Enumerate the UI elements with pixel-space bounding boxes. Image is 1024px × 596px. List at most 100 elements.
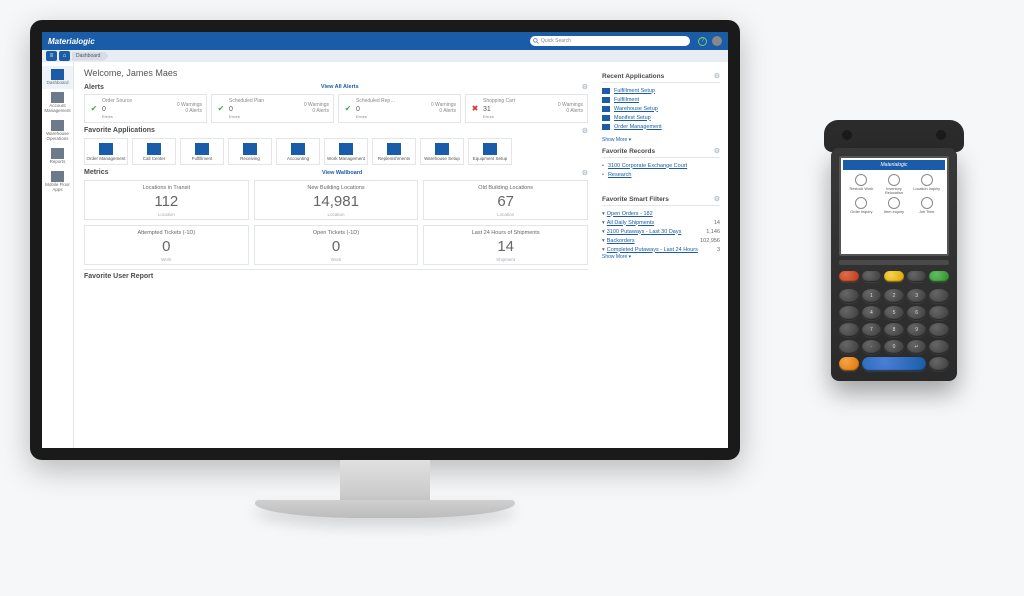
recent-app-item[interactable]: Order Management bbox=[602, 122, 720, 131]
alert-card[interactable]: ✔ Scheduled Plan0Errors 0 Warnings0 Aler… bbox=[211, 94, 334, 123]
check-icon: ✔ bbox=[216, 103, 226, 113]
fav-record-item[interactable]: •3100 Corporate Exchange Court bbox=[602, 161, 720, 170]
scanner-key-8[interactable]: 8 bbox=[884, 323, 904, 337]
scanner-key-red[interactable] bbox=[839, 271, 859, 282]
scanner-key-fn[interactable] bbox=[839, 323, 859, 337]
scanner-key-fn[interactable] bbox=[839, 289, 859, 303]
recent-app-item[interactable]: Manifest Setup bbox=[602, 113, 720, 122]
scanner-key-↵[interactable]: ↵ bbox=[907, 340, 927, 354]
menu-button[interactable]: ≡ bbox=[46, 51, 57, 61]
metric-card[interactable]: Attempted Tickets (-1D) 0 Work bbox=[84, 225, 249, 265]
recent-app-item[interactable]: Fulfillment Setup bbox=[602, 86, 720, 95]
scanner-key-fn[interactable] bbox=[929, 306, 949, 320]
metric-card[interactable]: New Building Locations 14,981 Location bbox=[254, 180, 419, 220]
scanner-key-orange[interactable] bbox=[839, 357, 859, 371]
gear-icon[interactable]: ⚙ bbox=[714, 147, 720, 155]
show-more-link[interactable]: Show More ▾ bbox=[602, 137, 631, 143]
app-icon bbox=[147, 143, 161, 155]
scanner-tiles: Restock WorkInventory RelocationLocation… bbox=[843, 170, 945, 218]
sidebar-item-warehouse[interactable]: Warehouse Operations bbox=[42, 117, 73, 145]
gear-icon[interactable]: ⚙ bbox=[582, 83, 588, 91]
scanner-key-9[interactable]: 9 bbox=[907, 323, 927, 337]
alert-counts: 0 Warnings0 Alerts bbox=[558, 102, 583, 115]
gear-icon[interactable]: ⚙ bbox=[714, 72, 720, 80]
scanner-key-1[interactable]: 1 bbox=[862, 289, 882, 303]
sidebar-item-reports[interactable]: Reports bbox=[42, 145, 73, 168]
help-icon[interactable]: ? bbox=[698, 37, 707, 46]
smart-filter-item[interactable]: ▾Backorders102,956 bbox=[602, 236, 720, 245]
sidebar-item-account[interactable]: Account Management bbox=[42, 89, 73, 117]
app-icon bbox=[195, 143, 209, 155]
fav-app-tile[interactable]: Accounting bbox=[276, 138, 320, 165]
scanner-key[interactable] bbox=[862, 271, 882, 282]
view-all-alerts-link[interactable]: View All Alerts bbox=[321, 84, 359, 90]
view-wallboard-link[interactable]: View Wallboard bbox=[322, 170, 362, 176]
search-input[interactable]: Quick Search bbox=[530, 36, 690, 46]
metric-card[interactable]: Old Building Locations 67 Location bbox=[423, 180, 588, 220]
fav-app-tile[interactable]: Equipment Setup bbox=[468, 138, 512, 165]
scanner-tile[interactable]: Restock Work bbox=[846, 174, 877, 195]
warehouse-icon bbox=[51, 120, 64, 131]
recent-app-item[interactable]: Fulfillment bbox=[602, 95, 720, 104]
scanner-key-fn[interactable] bbox=[929, 289, 949, 303]
metrics-grid: Locations in Transit 112 Location New Bu… bbox=[84, 180, 588, 265]
fav-app-tile[interactable]: Warehouse Setup bbox=[420, 138, 464, 165]
sidebar-item-dashboard[interactable]: Dashboard bbox=[42, 66, 73, 89]
scanner-key-blue[interactable] bbox=[862, 357, 927, 371]
scanner-key-scan[interactable] bbox=[884, 271, 904, 282]
alert-card[interactable]: ✔ Order Source0Errors 0 Warnings0 Alerts bbox=[84, 94, 207, 123]
fav-app-tile[interactable]: Receiving bbox=[228, 138, 272, 165]
scanner-key-7[interactable]: 7 bbox=[862, 323, 882, 337]
scanner-tile[interactable]: Inventory Relocation bbox=[879, 174, 910, 195]
section-title: Favorite Applications bbox=[84, 127, 155, 134]
fav-app-tile[interactable]: Order Management bbox=[84, 138, 128, 165]
smart-filter-item[interactable]: ▾Open Orders - 182 bbox=[602, 209, 720, 218]
alert-card[interactable]: ✔ Scheduled Rep…0Errors 0 Warnings0 Aler… bbox=[338, 94, 461, 123]
scanner-key-0[interactable]: 0 bbox=[884, 340, 904, 354]
fav-app-tile[interactable]: Fulfillment bbox=[180, 138, 224, 165]
scanner-tile[interactable]: Item Inquiry bbox=[879, 197, 910, 214]
smart-filter-item[interactable]: ▾All Daily Shipments14 bbox=[602, 218, 720, 227]
scanner-tile[interactable]: Job Time bbox=[911, 197, 942, 214]
scanner-tile[interactable]: Order Inquiry bbox=[846, 197, 877, 214]
scanner-key-·[interactable]: · bbox=[862, 340, 882, 354]
scanner-key-6[interactable]: 6 bbox=[907, 306, 927, 320]
metric-card[interactable]: Locations in Transit 112 Location bbox=[84, 180, 249, 220]
metric-sub: Location bbox=[426, 212, 585, 217]
user-avatar[interactable] bbox=[712, 36, 722, 46]
gear-icon[interactable]: ⚙ bbox=[582, 169, 588, 177]
fav-app-tile[interactable]: Work Management bbox=[324, 138, 368, 165]
alert-card[interactable]: ✖ Shopping Cart31Errors 0 Warnings0 Aler… bbox=[465, 94, 588, 123]
fav-app-tile[interactable]: Call Center bbox=[132, 138, 176, 165]
smart-filter-item[interactable]: ▾3100 Putaways - Last 30 Days1,146 bbox=[602, 227, 720, 236]
scanner-key-5[interactable]: 5 bbox=[884, 306, 904, 320]
gear-icon[interactable]: ⚙ bbox=[582, 127, 588, 135]
scanner-key-fn[interactable] bbox=[929, 357, 949, 371]
scanner-key-fn[interactable] bbox=[839, 306, 859, 320]
metric-card[interactable]: Open Tickets (-1D) 0 Work bbox=[254, 225, 419, 265]
fav-app-tile[interactable]: Replenishments bbox=[372, 138, 416, 165]
recent-apps-header: Recent Applications ⚙ bbox=[602, 72, 720, 83]
gear-icon[interactable]: ⚙ bbox=[714, 195, 720, 203]
recent-app-item[interactable]: Warehouse Setup bbox=[602, 104, 720, 113]
section-title: Recent Applications bbox=[602, 73, 664, 80]
scanner-key-fn[interactable] bbox=[839, 340, 859, 354]
scanner-key-green[interactable] bbox=[929, 271, 949, 282]
metrics-header: Metrics View Wallboard ⚙ bbox=[84, 169, 588, 177]
sidebar-item-mobile[interactable]: Mobile Floor Apps bbox=[42, 168, 73, 196]
breadcrumb[interactable]: Dashboard bbox=[72, 52, 108, 61]
show-more-link[interactable]: Show More ▾ bbox=[602, 254, 631, 260]
scanner-key-3[interactable]: 3 bbox=[907, 289, 927, 303]
metric-sub: Location bbox=[87, 212, 246, 217]
smart-filter-item[interactable]: ▾Completed Putaways - Last 24 Hours3 bbox=[602, 245, 720, 254]
scanner-tile[interactable]: Location Inquiry bbox=[911, 174, 942, 195]
metric-card[interactable]: Last 24 Hours of Shipments 14 Shipment bbox=[423, 225, 588, 265]
scanner-key-fn[interactable] bbox=[929, 323, 949, 337]
search-icon bbox=[533, 38, 539, 44]
scanner-key-fn[interactable] bbox=[929, 340, 949, 354]
scanner-key-2[interactable]: 2 bbox=[884, 289, 904, 303]
home-button[interactable]: ⌂ bbox=[59, 51, 70, 61]
scanner-key-4[interactable]: 4 bbox=[862, 306, 882, 320]
fav-record-item[interactable]: •Research bbox=[602, 170, 720, 179]
scanner-key[interactable] bbox=[907, 271, 927, 282]
